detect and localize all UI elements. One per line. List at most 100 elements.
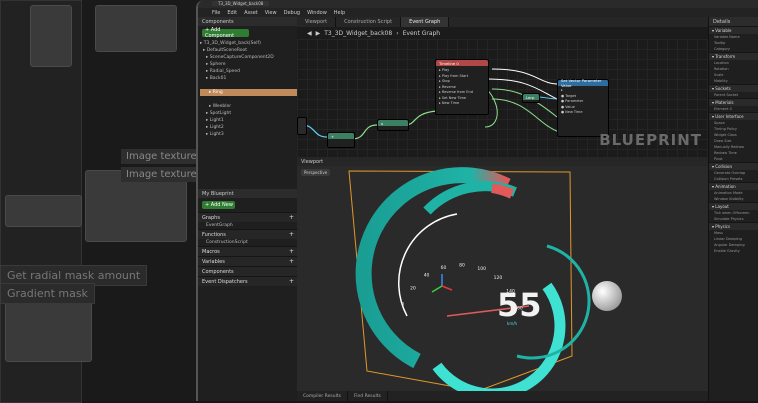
forward-arrow-icon[interactable]: ▶: [316, 30, 321, 37]
viewport-tab[interactable]: Viewport: [301, 159, 323, 165]
tree-item[interactable]: ▸ Light2: [200, 124, 297, 131]
tab-construction-script[interactable]: Construction Script: [336, 17, 402, 27]
components-header: Components: [198, 17, 297, 26]
node-timeline[interactable]: Timeline 0 ▸ Play ▸ Play from Start ▸ Stop…: [435, 59, 489, 115]
tree-item[interactable]: ▸ SceneCaptureComponent2D: [200, 54, 297, 61]
gauge-tick-label: 20: [410, 285, 416, 291]
node-set-vector[interactable]: Set Vector Parameter Value ▸ ● Target ● Pa…: [557, 78, 609, 137]
section-event-dispatchers[interactable]: Event Dispatchers +: [198, 276, 297, 286]
section-macros[interactable]: Macros +: [198, 246, 297, 256]
details-header: Details: [709, 17, 758, 26]
function-item-construction[interactable]: ConstructionScript: [198, 239, 297, 246]
gauge-inner-line: [397, 213, 458, 317]
event-graph-canvas[interactable]: Timeline 0 ▸ Play ▸ Play from Start ▸ Stop…: [297, 39, 708, 157]
tree-item[interactable]: ▸ T3_3D_Widget_back(Self): [200, 40, 297, 47]
menu-window[interactable]: Window: [307, 10, 327, 16]
gauge-tick-label: 80: [459, 263, 465, 269]
graph-item-eventgraph[interactable]: EventGraph: [198, 222, 297, 229]
gauge-tick-label: 100: [477, 266, 486, 272]
section-graphs[interactable]: Graphs +: [198, 212, 297, 222]
menu-help[interactable]: Help: [334, 10, 345, 16]
tab-event-graph[interactable]: Event Graph: [401, 17, 450, 27]
node-lerp[interactable]: Lerp: [522, 93, 540, 103]
node-header: Set Vector Parameter Value: [558, 78, 608, 88]
gauge-arc-red: [491, 183, 515, 199]
back-arrow-icon[interactable]: ◀: [307, 30, 312, 37]
details-section[interactable]: ▾ Materials: [709, 98, 758, 106]
menu-view[interactable]: View: [265, 10, 277, 16]
plus-icon[interactable]: +: [289, 231, 294, 238]
add-component-button[interactable]: + Add Component: [202, 27, 249, 39]
details-row[interactable]: Enable Gravity: [709, 248, 758, 254]
tree-item[interactable]: ▸ Radial_Speed: [200, 68, 297, 75]
details-section[interactable]: ▾ Sockets: [709, 84, 758, 92]
menu-asset[interactable]: Asset: [244, 10, 258, 16]
details-panel: Details ▾ Variable Variable Name Tooltip Ca…: [708, 17, 758, 401]
tree-item[interactable]: ▸ Ring: [200, 89, 297, 96]
viewport-canvas[interactable]: Perspective 0 20 40 60 80 100 120 140 16…: [297, 166, 708, 391]
plus-icon[interactable]: +: [289, 214, 294, 221]
tree-item[interactable]: ▸ Light3: [200, 131, 297, 138]
center-panel: Viewport Construction Script Event Graph…: [297, 17, 712, 401]
title-bar: T3_3D_Widget_back08: [198, 0, 758, 8]
section-variables[interactable]: Variables +: [198, 256, 297, 266]
background-node-e: [5, 300, 92, 362]
gauge-scene: 0204060 80100120140160 55 km/h: [348, 167, 622, 391]
editor-tabs: Viewport Construction Script Event Graph: [297, 17, 708, 27]
details-section[interactable]: ▾ Transform: [709, 52, 758, 60]
tab-compiler-results[interactable]: Compiler Results: [297, 391, 348, 401]
breadcrumb: ◀ ▶ T3_3D_Widget_back08 › Event Graph: [297, 27, 708, 39]
viewport-header: Viewport: [297, 157, 712, 166]
tab-viewport[interactable]: Viewport: [297, 17, 337, 27]
section-components[interactable]: Components: [198, 266, 297, 276]
node-multiply[interactable]: x: [377, 119, 409, 131]
gauge-tick-label: 40: [424, 273, 430, 279]
add-new-button[interactable]: + Add New: [202, 201, 235, 209]
menu-file[interactable]: File: [212, 10, 220, 16]
plus-icon[interactable]: +: [289, 248, 294, 255]
menu-debug[interactable]: Debug: [284, 10, 300, 16]
details-section[interactable]: ▾ User Interface: [709, 112, 758, 120]
node-set-float[interactable]: +: [327, 132, 355, 148]
background-label-2: Image texture: [121, 167, 202, 182]
tree-item[interactable]: [200, 82, 297, 89]
preview-sphere: [592, 281, 622, 311]
menu-bar: File Edit Asset View Debug Window Help: [198, 8, 758, 17]
blueprint-watermark: BLUEPRINT: [599, 131, 702, 149]
gauge-tick-label: 120: [494, 275, 503, 281]
node-header: x: [378, 120, 408, 126]
details-section[interactable]: ▾ Physics: [709, 222, 758, 230]
breadcrumb-root[interactable]: T3_3D_Widget_back08: [324, 30, 392, 37]
details-section[interactable]: ▾ Variable: [709, 26, 758, 34]
editor-window: T3_3D_Widget_back08 File Edit Asset View…: [196, 0, 758, 401]
tree-item[interactable]: ▸ Back01: [200, 75, 297, 82]
background-node-c: [5, 195, 82, 227]
background-big-label-2: Gradient mask: [0, 283, 95, 304]
plus-icon[interactable]: +: [289, 278, 294, 285]
tree-item[interactable]: [200, 96, 297, 103]
node-float-parameter[interactable]: [297, 117, 307, 135]
details-section[interactable]: ▾ Collision: [709, 162, 758, 170]
tree-item[interactable]: ▸ Sphere: [200, 61, 297, 68]
tree-item[interactable]: ▸ DefaultSceneRoot: [200, 47, 297, 54]
section-functions[interactable]: Functions +: [198, 229, 297, 239]
plus-icon[interactable]: +: [289, 258, 294, 265]
tab-find-results[interactable]: Find Results: [348, 391, 388, 401]
details-section[interactable]: ▾ Layout: [709, 202, 758, 210]
gauge-speed-value: 55: [497, 286, 542, 324]
details-body: ▾ Variable Variable Name Tooltip Category ▾ …: [709, 26, 758, 254]
gauge-tick-label: 0: [401, 302, 404, 308]
node-header: Lerp: [523, 94, 539, 100]
tree-item[interactable]: ▸ Light1: [200, 117, 297, 124]
components-tree: ▸ T3_3D_Widget_back(Self) ▸ DefaultSceneR…: [198, 40, 297, 138]
node-header: +: [328, 133, 354, 139]
tree-item[interactable]: ▸ SpotLight: [200, 110, 297, 117]
background-node-a: [30, 5, 72, 67]
background-label-1: Image texture: [121, 149, 202, 164]
tree-item[interactable]: ▸ Weebler: [200, 103, 297, 110]
gauge-tick-label: 60: [441, 265, 447, 271]
window-tab[interactable]: T3_3D_Widget_back08: [212, 1, 270, 6]
details-section[interactable]: ▾ Animation: [709, 182, 758, 190]
bottom-tabs: Compiler Results Find Results: [297, 391, 708, 401]
menu-edit[interactable]: Edit: [227, 10, 237, 16]
